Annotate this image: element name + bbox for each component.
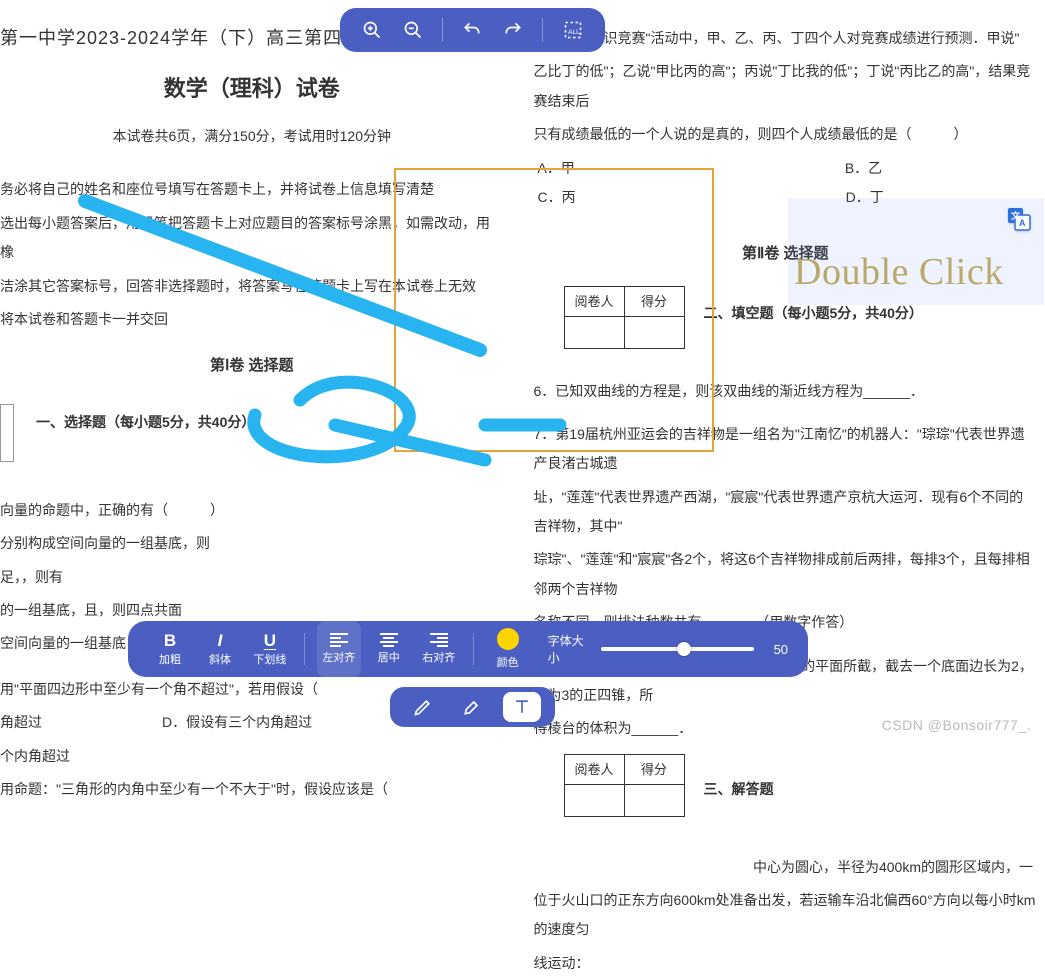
instr-2: 选出每小题答案后，用铅笔把答题卡上对应题目的答案标号涂黑，如需改动，用橡 bbox=[0, 209, 504, 268]
reader-label-2: 阅卷人 bbox=[564, 754, 624, 784]
lq2: 分别构成空间向量的一组基底，则 bbox=[0, 529, 504, 558]
color-dot bbox=[497, 628, 519, 650]
zoom-in-icon[interactable] bbox=[361, 19, 383, 41]
instr-1: 务必将自己的姓名和座位号填写在答题卡上，并将试卷上信息填写清楚 bbox=[0, 175, 504, 204]
doc-info: 本试卷共6页，满分150分，考试用时120分钟 bbox=[0, 122, 504, 151]
lq7: 用命题："三角形的内角中至少有一个不大于"时，假设应该是（ bbox=[0, 775, 504, 804]
score-label: 得分 bbox=[624, 286, 684, 316]
italic-label: 斜体 bbox=[209, 651, 231, 667]
instr-3: 洁涂其它答案标号，回答非选择题时，将答案写在答题卡上写在本试卷上无效 bbox=[0, 272, 504, 301]
fill-head: 二、填空题（每小题5分，共40分） bbox=[704, 299, 1045, 328]
lq6b: 角超过 bbox=[0, 708, 42, 737]
align-right-button[interactable]: 右对齐 bbox=[417, 621, 461, 677]
zoom-out-icon[interactable] bbox=[402, 19, 424, 41]
alignc-label: 居中 bbox=[378, 649, 400, 665]
format-toolbar: B 加粗 I 斜体 U 下划线 左对齐 居中 右对齐 颜色 字体大小 50 bbox=[128, 621, 808, 677]
section1-heading: 一、选择题（每小题5分，共40分） bbox=[36, 408, 255, 437]
select-all-icon[interactable]: ALL bbox=[562, 19, 584, 41]
fontsize-label: 字体大小 bbox=[548, 632, 591, 666]
underline-label: 下划线 bbox=[253, 651, 286, 667]
watermark: CSDN @Bonsoir777_. bbox=[882, 717, 1031, 733]
lq1: 向量的命题中，正确的有（ ） bbox=[0, 496, 504, 525]
rp3: 只有成绩最低的一个人说的是真的，则四个人成绩最低的是（ ） bbox=[534, 120, 1038, 149]
optD: D．丁 bbox=[846, 183, 884, 212]
rp1: 京冬奥会知识竞赛"活动中，甲、乙、丙、丁四个人对竞赛成绩进行预测．甲说" bbox=[534, 24, 1038, 53]
doc-subtitle: 数学（理科）试卷 bbox=[0, 66, 504, 112]
alignr-label: 右对齐 bbox=[422, 649, 455, 665]
bold-button[interactable]: B 加粗 bbox=[148, 621, 192, 677]
rq7a: 7．第19届杭州亚运会的吉祥物是一组名为"江南忆"的机器人："琮琮"代表世界遗产… bbox=[534, 420, 1038, 479]
optC: C．丙 bbox=[538, 183, 576, 212]
text-tool[interactable] bbox=[503, 692, 541, 722]
align-left-button[interactable]: 左对齐 bbox=[317, 621, 361, 677]
rq7b: 址，"莲莲"代表世界遗产西湖，"宸宸"代表世界遗产京杭大运河．现有6个不同的吉祥… bbox=[534, 483, 1038, 542]
rb3: 线运动： bbox=[534, 949, 1038, 978]
translate-icon[interactable]: 文 A bbox=[1007, 207, 1031, 234]
top-toolbar: ALL bbox=[340, 8, 605, 52]
section3-heading: 三、解答题 bbox=[704, 775, 1045, 804]
fontsize-value: 50 bbox=[774, 642, 788, 657]
fontsize-slider[interactable] bbox=[601, 647, 754, 651]
section1-title: 第Ⅰ卷 选择题 bbox=[0, 350, 504, 382]
rq6: 6．已知双曲线的方程是，则该双曲线的渐近线方程为______． bbox=[534, 377, 1038, 406]
score-table-1: 阅卷人得分 bbox=[564, 286, 685, 349]
rp2: 乙比丁的低"；乙说"甲比丙的高"；丙说"丁比我的低"；丁说"丙比乙的高"，结果竞… bbox=[534, 57, 1038, 116]
rb2: 位于火山口的正东方向600km处准备出发，若运输车沿北偏西60°方向以每小时km… bbox=[534, 886, 1038, 945]
underline-button[interactable]: U 下划线 bbox=[248, 621, 292, 677]
lq3: 足，，则有 bbox=[0, 563, 504, 592]
margin-box bbox=[0, 404, 14, 462]
align-center-button[interactable]: 居中 bbox=[367, 621, 411, 677]
score-table-2: 阅卷人得分 bbox=[564, 754, 685, 817]
highlighter-tool[interactable] bbox=[453, 692, 491, 722]
svg-text:A: A bbox=[1019, 218, 1026, 228]
redo-icon[interactable] bbox=[502, 19, 524, 41]
section2-title: 第Ⅱ卷 选择题 bbox=[534, 238, 1038, 270]
color-label: 颜色 bbox=[497, 654, 519, 670]
italic-button[interactable]: I 斜体 bbox=[198, 621, 242, 677]
instr-4: 将本试卷和答题卡一并交回 bbox=[0, 305, 504, 334]
alignl-label: 左对齐 bbox=[322, 649, 355, 665]
score-label-2: 得分 bbox=[624, 754, 684, 784]
optA: A．甲 bbox=[538, 154, 575, 183]
reader-label: 阅卷人 bbox=[564, 286, 624, 316]
svg-text:ALL: ALL bbox=[568, 29, 580, 36]
lq6d: 个内角超过 bbox=[0, 742, 504, 771]
slider-thumb[interactable] bbox=[677, 642, 691, 656]
optB: B．乙 bbox=[845, 154, 882, 183]
bold-label: 加粗 bbox=[159, 651, 181, 667]
rb1: 中心为圆心，半径为400km的圆形区域内，一 bbox=[534, 853, 1038, 882]
color-button[interactable]: 颜色 bbox=[486, 621, 530, 677]
tool-picker bbox=[390, 687, 555, 727]
pen-tool[interactable] bbox=[404, 692, 442, 722]
undo-icon[interactable] bbox=[461, 19, 483, 41]
lq6c: D．假设有三个内角超过 bbox=[162, 708, 312, 737]
rq7c: 琮琮"、"莲莲"和"宸宸"各2个，将这6个吉祥物排成前后两排，每排3个，且每排相… bbox=[534, 545, 1038, 604]
